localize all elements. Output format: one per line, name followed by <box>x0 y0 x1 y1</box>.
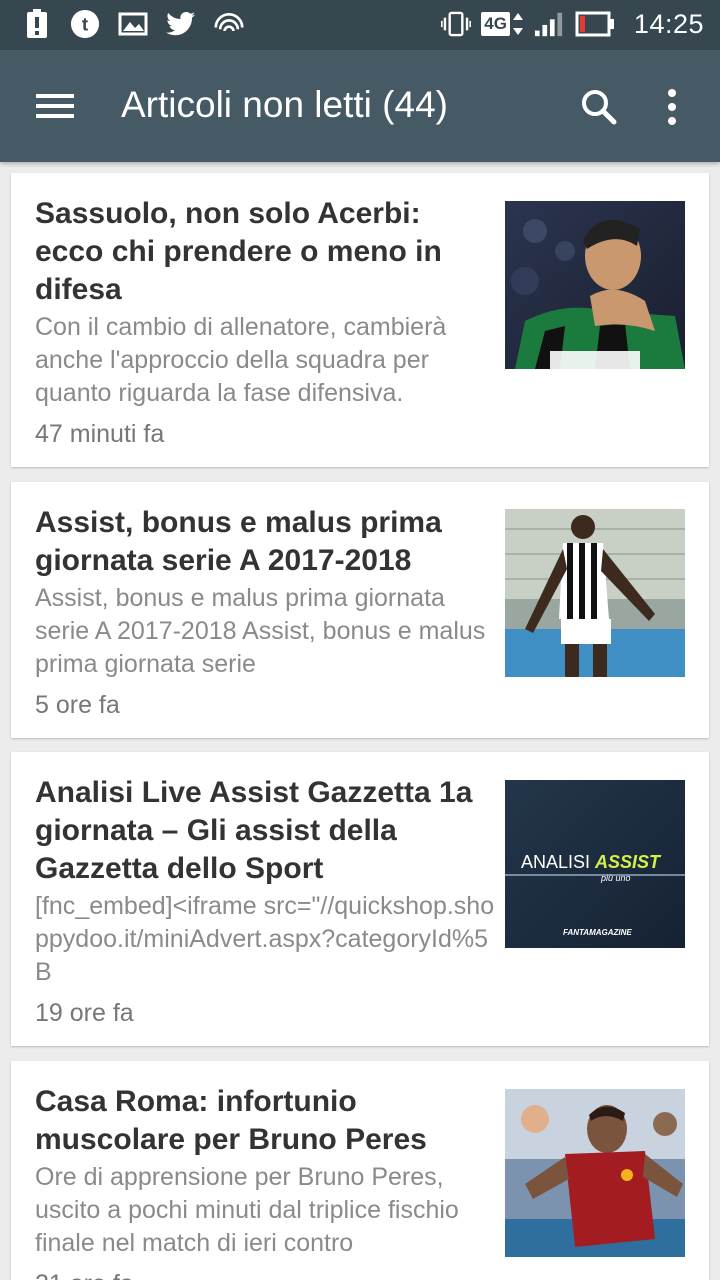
search-button[interactable] <box>574 82 624 132</box>
thumbnail-tag: più uno <box>601 873 631 883</box>
article-summary: [fnc_embed]<iframe src="//quickshop.shop… <box>35 892 495 986</box>
article-text: Analisi Live Assist Gazzetta 1a giornata… <box>35 774 497 1028</box>
overflow-menu-button[interactable] <box>650 82 694 132</box>
navigation-menu-button[interactable] <box>26 86 86 126</box>
article-title: Sassuolo, non solo Acerbi: ecco chi pren… <box>35 197 442 306</box>
hamburger-menu-icon <box>36 94 74 118</box>
thumbnail-text-analisi: ANALISI <box>521 852 596 872</box>
search-icon <box>582 90 617 125</box>
article-time: 21 ore fa <box>35 1270 497 1280</box>
article-thumbnail <box>505 201 685 369</box>
article-text: Casa Roma: infortunio muscolare per Brun… <box>35 1083 497 1280</box>
article-text: Sassuolo, non solo Acerbi: ecco chi pren… <box>35 195 497 449</box>
network-type-label: 4G <box>481 12 510 36</box>
app-toolbar: Articoli non letti (44) <box>0 50 720 162</box>
article-time: 47 minuti fa <box>35 420 165 448</box>
wifi-hotspot-icon <box>214 8 244 40</box>
article-card[interactable]: Assist, bonus e malus prima giornata ser… <box>11 482 709 738</box>
clock: 14:25 <box>633 8 704 39</box>
article-time: 19 ore fa <box>35 999 134 1027</box>
thumbnail-headline: ANALISI ASSIST <box>521 852 660 873</box>
alert-notification-icon <box>22 8 52 40</box>
article-card[interactable]: Analisi Live Assist Gazzetta 1a giornata… <box>11 752 709 1046</box>
thumbnail-brand: FANTAMAGAZINE <box>563 928 632 937</box>
article-summary: Assist, bonus e malus prima giornata ser… <box>35 584 486 678</box>
page-title: Articoli non letti (44) <box>121 84 448 125</box>
more-vert-icon <box>668 89 676 125</box>
battery-low-icon <box>574 8 616 40</box>
article-card[interactable]: Sassuolo, non solo Acerbi: ecco chi pren… <box>11 173 709 467</box>
tuttosport-app-icon: t <box>70 8 100 40</box>
article-thumbnail <box>505 509 685 677</box>
thumbnail-text-assist: ASSIST <box>595 852 661 872</box>
article-title: Assist, bonus e malus prima giornata ser… <box>35 506 442 577</box>
article-summary: Con il cambio di allenatore, cambierà an… <box>35 313 447 407</box>
article-title: Analisi Live Assist Gazzetta 1a giornata… <box>35 776 473 885</box>
article-text: Assist, bonus e malus prima giornata ser… <box>35 504 497 720</box>
article-summary: Ore di apprensione per Bruno Peres, usci… <box>35 1163 459 1257</box>
image-notification-icon <box>118 8 148 40</box>
article-list: Sassuolo, non solo Acerbi: ecco chi pren… <box>0 162 720 1280</box>
article-thumbnail <box>505 1089 685 1257</box>
article-thumbnail: ANALISI ASSIST più uno FANTAMAGAZINE <box>505 780 685 948</box>
article-card[interactable]: Casa Roma: infortunio muscolare per Brun… <box>11 1061 709 1280</box>
network-type-badge: 4G <box>481 11 524 37</box>
twitter-icon <box>166 8 196 40</box>
svg-text:t: t <box>82 14 89 35</box>
article-title: Casa Roma: infortunio muscolare per Brun… <box>35 1085 427 1156</box>
vibrate-icon <box>441 8 472 40</box>
status-bar: t 4G 14:25 <box>0 0 720 50</box>
article-time: 5 ore fa <box>35 691 120 719</box>
signal-strength-icon <box>534 8 564 40</box>
